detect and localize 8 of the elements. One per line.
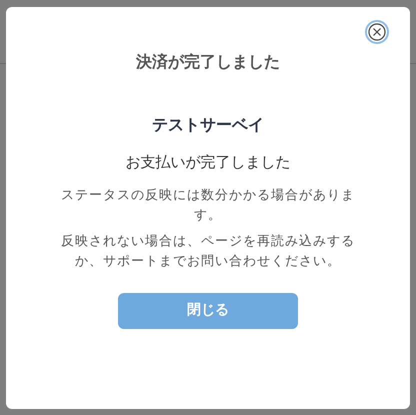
survey-name: テストサーベイ (152, 114, 264, 136)
close-button[interactable] (365, 20, 389, 44)
close-dialog-button[interactable]: 閉じる (118, 292, 298, 328)
payment-message: お支払いが完了しました (126, 152, 290, 173)
note-text: ステータスの反映には数分かかる場合があります。 (60, 186, 356, 224)
note-text: 反映されない場合は、ページを再読み込みするか、サポートまでお問い合わせください。 (60, 232, 356, 270)
dialog-title: 決済が完了しました (136, 51, 280, 73)
close-icon (368, 23, 386, 41)
